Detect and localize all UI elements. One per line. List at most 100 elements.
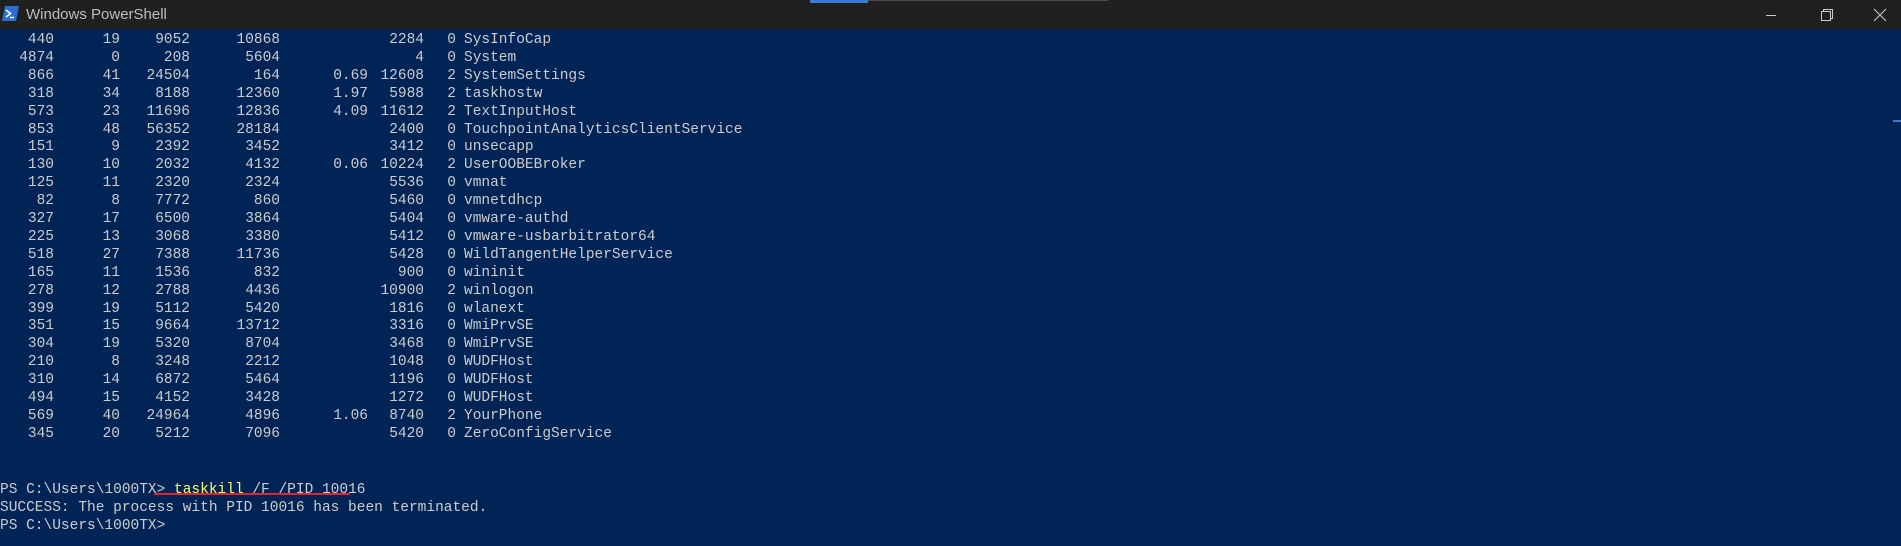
cell-npm: 19 (102, 300, 120, 317)
cell-ws: 4132 (245, 157, 280, 174)
cell-pm: 6500 (155, 211, 190, 227)
cell-id: 5460 (389, 193, 424, 210)
cell-name: vmware-authd (464, 211, 569, 227)
cell-npm: 13 (102, 228, 120, 245)
title-bar[interactable]: Windows PowerShell (0, 0, 1901, 29)
minimize-button[interactable] (1747, 0, 1795, 29)
cell-si: 0 (447, 211, 456, 227)
cell-si: 0 (447, 175, 456, 192)
cell-ws: 28184 (236, 121, 280, 138)
cell-npm: 15 (102, 390, 120, 406)
cell-name: vmware-usbarbitrator64 (464, 228, 656, 245)
cell-pm: 4152 (155, 390, 190, 406)
final-prompt[interactable]: PS C:\Users\1000TX> (0, 517, 165, 535)
cell-pm: 8188 (155, 85, 190, 102)
cell-si: 0 (447, 336, 456, 353)
cell-pm: 2392 (155, 139, 190, 156)
cell-handles: 494 (27, 390, 54, 406)
cell-id: 4 (415, 49, 424, 66)
close-button[interactable] (1856, 0, 1901, 29)
cell-id: 5988 (389, 85, 424, 102)
cell-name: vmnat (464, 175, 508, 192)
cell-npm: 8 (111, 193, 120, 210)
cell-si: 0 (447, 193, 456, 210)
cell-npm: 12 (102, 282, 120, 299)
cell-handles: 310 (27, 372, 54, 389)
cell-si: 0 (447, 425, 456, 442)
cell-pm: 9664 (155, 318, 190, 335)
cell-npm: 19 (102, 32, 120, 48)
cell-handles: 569 (27, 407, 54, 424)
cell-si: 0 (447, 318, 456, 335)
cell-npm: 8 (111, 354, 120, 371)
cell-handles: 304 (27, 336, 54, 353)
cell-ws: 3452 (245, 139, 280, 156)
maximize-button[interactable] (1803, 0, 1851, 29)
cell-name: WUDFHost (464, 354, 534, 371)
cell-name: SystemSettings (464, 67, 586, 84)
cell-id: 1816 (389, 300, 424, 317)
cell-ws: 2212 (245, 354, 280, 371)
cell-name: unsecapp (464, 139, 534, 156)
cell-ws: 860 (253, 193, 280, 210)
cell-handles: 853 (27, 121, 54, 138)
cell-id: 12608 (380, 67, 424, 84)
cell-id: 3412 (389, 139, 424, 156)
cell-handles: 4874 (19, 49, 54, 66)
cell-name: wlanext (464, 300, 525, 317)
cell-name: System (464, 49, 517, 66)
close-icon (1873, 8, 1887, 21)
cell-id: 11612 (380, 103, 424, 120)
cell-npm: 34 (102, 85, 120, 102)
cell-name: YourPhone (464, 407, 543, 424)
cell-npm: 19 (102, 336, 120, 353)
cell-si: 2 (447, 157, 456, 174)
cell-si: 0 (447, 121, 456, 138)
cell-npm: 11 (102, 175, 120, 192)
cell-si: 0 (447, 139, 456, 156)
cell-handles: 130 (27, 157, 54, 174)
cell-ws: 164 (253, 67, 280, 84)
cell-npm: 17 (102, 211, 120, 227)
cell-id: 10224 (380, 157, 424, 174)
cell-name: WUDFHost (464, 390, 534, 406)
cell-handles: 440 (27, 32, 54, 48)
cell-name: ZeroConfigService (464, 425, 612, 442)
cell-id: 8740 (389, 407, 424, 424)
cell-handles: 573 (27, 103, 54, 120)
cell-name: taskhostw (464, 85, 543, 102)
cell-name: winlogon (464, 282, 534, 299)
tab-divider (868, 0, 1108, 1)
cell-npm: 9 (111, 139, 120, 156)
cell-si: 2 (447, 282, 456, 299)
powershell-icon (2, 6, 19, 21)
cell-name: TouchpointAnalyticsClientService (464, 121, 743, 138)
cell-npm: 40 (102, 407, 120, 424)
cell-npm: 14 (102, 372, 120, 389)
cell-handles: 151 (27, 139, 54, 156)
cell-id: 5404 (389, 211, 424, 227)
cell-ws: 5604 (245, 49, 280, 66)
cell-ws: 4896 (245, 407, 280, 424)
cell-name: UserOOBEBroker (464, 157, 586, 174)
cell-handles: 351 (27, 318, 54, 335)
cell-si: 0 (447, 264, 456, 281)
cell-name: TextInputHost (464, 103, 578, 120)
cell-id: 5536 (389, 175, 424, 192)
cell-npm: 0 (111, 49, 120, 66)
cell-ws: 832 (253, 264, 280, 281)
cell-id: 1048 (389, 354, 424, 371)
cell-cpu: 1.97 (333, 85, 368, 102)
maximize-icon (1821, 8, 1833, 21)
cell-ws: 5420 (245, 300, 280, 317)
cell-id: 10900 (380, 282, 424, 299)
cell-si: 2 (447, 85, 456, 102)
window-title: Windows PowerShell (26, 6, 167, 23)
cell-pm: 7388 (155, 246, 190, 263)
cell-id: 2284 (389, 32, 424, 48)
console-output[interactable]: 440 19 9052 10868 2284 0 SysInfoCap 4874 0 208 560… (0, 29, 1880, 546)
cell-npm: 48 (102, 121, 120, 138)
scrollbar-marker (1893, 120, 1901, 122)
cell-name: vmnetdhcp (464, 193, 543, 210)
annotation-underline (154, 493, 350, 495)
